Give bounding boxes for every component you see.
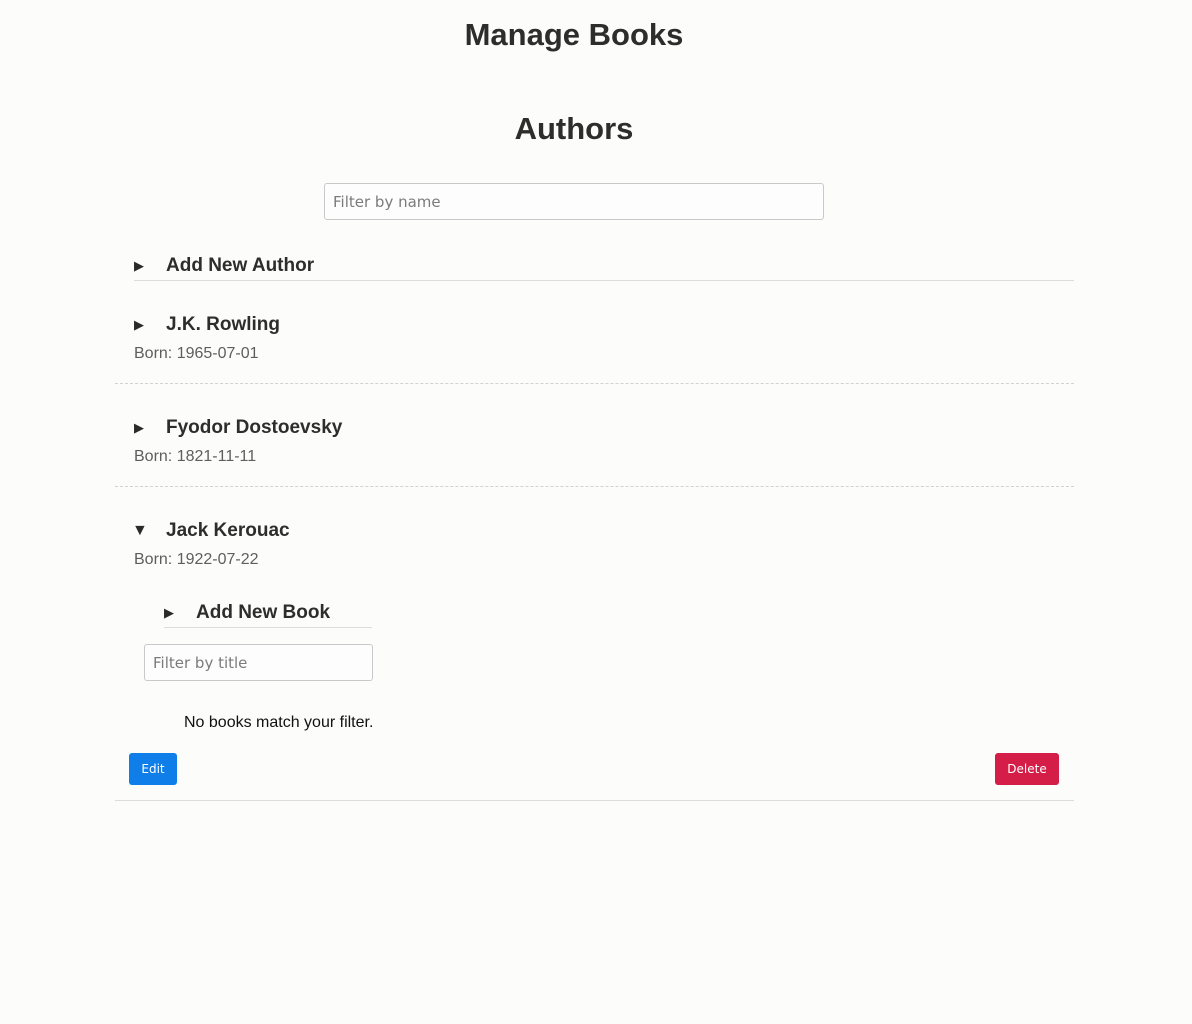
delete-author-button[interactable]: Delete bbox=[995, 753, 1059, 785]
add-author-toggle[interactable]: ▶ Add New Author bbox=[134, 255, 314, 277]
author-born-date: Born: 1821-11-11 bbox=[134, 448, 257, 465]
authors-heading: Authors bbox=[514, 111, 634, 146]
collapse-arrow-icon: ▼ bbox=[132, 522, 148, 539]
edit-author-button[interactable]: Edit bbox=[129, 753, 177, 785]
expand-arrow-icon: ▶ bbox=[134, 420, 144, 435]
author-toggle-dostoevsky[interactable]: ▶ Fyodor Dostoevsky bbox=[134, 417, 342, 439]
author-name: Fyodor Dostoevsky bbox=[166, 417, 343, 438]
add-book-label: Add New Book bbox=[196, 602, 331, 623]
page-title: Manage Books bbox=[464, 17, 684, 52]
author-name: J.K. Rowling bbox=[166, 314, 280, 335]
author-born-date: Born: 1922-07-22 bbox=[134, 551, 259, 568]
author-name-filter-input[interactable] bbox=[324, 183, 824, 220]
add-author-label: Add New Author bbox=[166, 255, 315, 276]
author-divider bbox=[115, 800, 1074, 801]
author-divider bbox=[115, 486, 1074, 487]
expand-arrow-icon: ▶ bbox=[164, 605, 174, 620]
add-author-divider bbox=[134, 280, 1074, 281]
author-name: Jack Kerouac bbox=[166, 520, 290, 541]
author-divider bbox=[115, 383, 1074, 384]
author-born-date: Born: 1965-07-01 bbox=[134, 345, 259, 362]
author-toggle-rowling[interactable]: ▶ J.K. Rowling bbox=[134, 314, 280, 336]
book-title-filter-input[interactable] bbox=[144, 644, 373, 681]
expand-arrow-icon: ▶ bbox=[134, 258, 144, 273]
expand-arrow-icon: ▶ bbox=[134, 317, 144, 332]
add-book-toggle[interactable]: ▶ Add New Book bbox=[164, 602, 330, 624]
author-toggle-kerouac[interactable]: ▼ Jack Kerouac bbox=[132, 520, 290, 542]
empty-books-message: No books match your filter. bbox=[184, 714, 374, 731]
add-book-divider bbox=[164, 627, 372, 628]
